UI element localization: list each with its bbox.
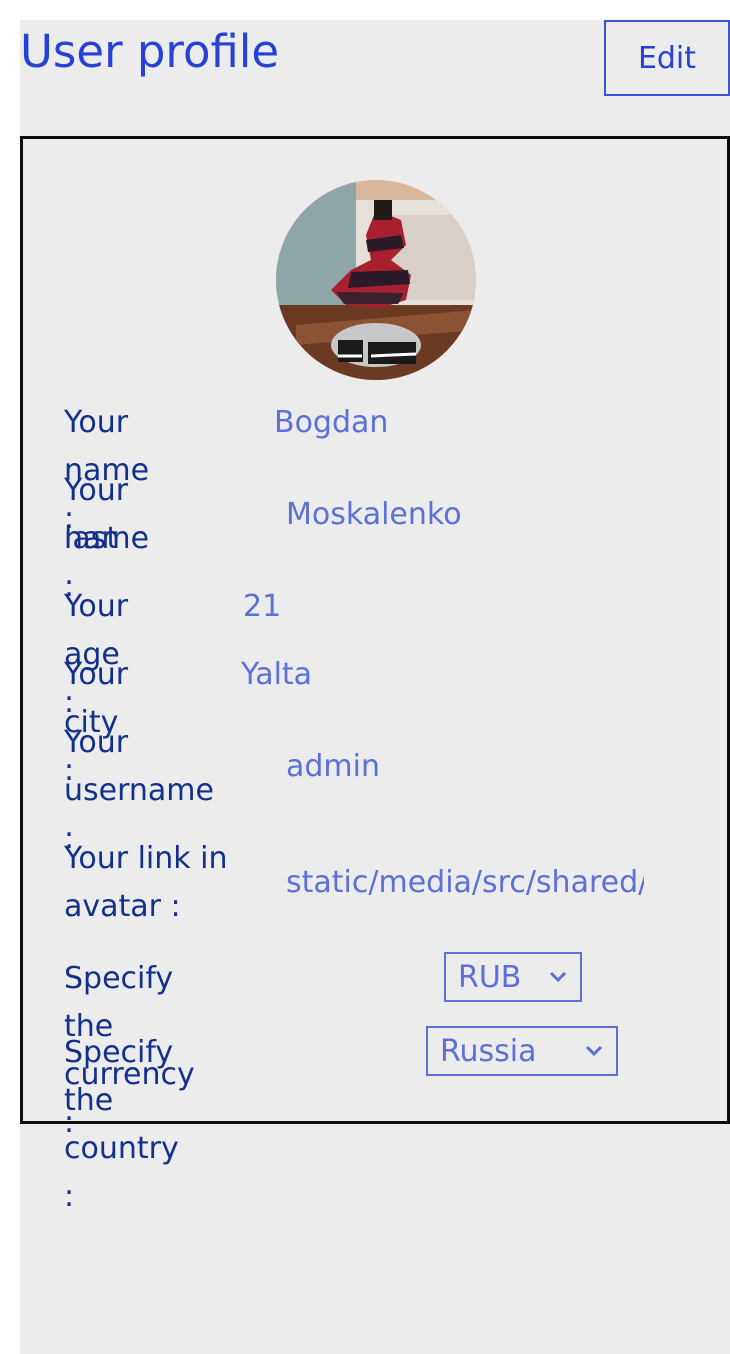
country-selected-value: Russia	[440, 1033, 537, 1069]
profile-card: Your name : Bogdan Your last name : Mosk…	[20, 136, 730, 1214]
age-value: 21	[243, 589, 282, 624]
last-name-value: Moskalenko	[286, 497, 462, 532]
avatar-link-row: Your link in avatar : static/media/src/s…	[64, 835, 644, 931]
page-title: User profile	[20, 25, 280, 78]
username-label-line1: Your	[64, 725, 129, 760]
country-select[interactable]: Russia	[426, 1026, 618, 1076]
avatar-link-label-line1: Your link in	[64, 841, 228, 876]
currency-selected-value: RUB	[458, 959, 522, 995]
country-label: Specify the country :	[64, 1035, 179, 1214]
username-value: admin	[286, 749, 380, 784]
avatar-link-label-line2: avatar :	[64, 889, 181, 924]
avatar	[276, 180, 476, 380]
edit-button[interactable]: Edit	[604, 20, 730, 96]
profile-page: User profile Edit Your name: Bogdan You…	[20, 20, 730, 1354]
city-value: Yalta	[241, 657, 313, 692]
chevron-down-icon	[585, 1045, 603, 1057]
currency-select[interactable]: RUB	[444, 952, 582, 1002]
chevron-down-icon	[549, 971, 567, 983]
avatar-link-value: static/media/src/shared/a	[286, 865, 644, 900]
name-value: Bogdan	[274, 405, 389, 440]
